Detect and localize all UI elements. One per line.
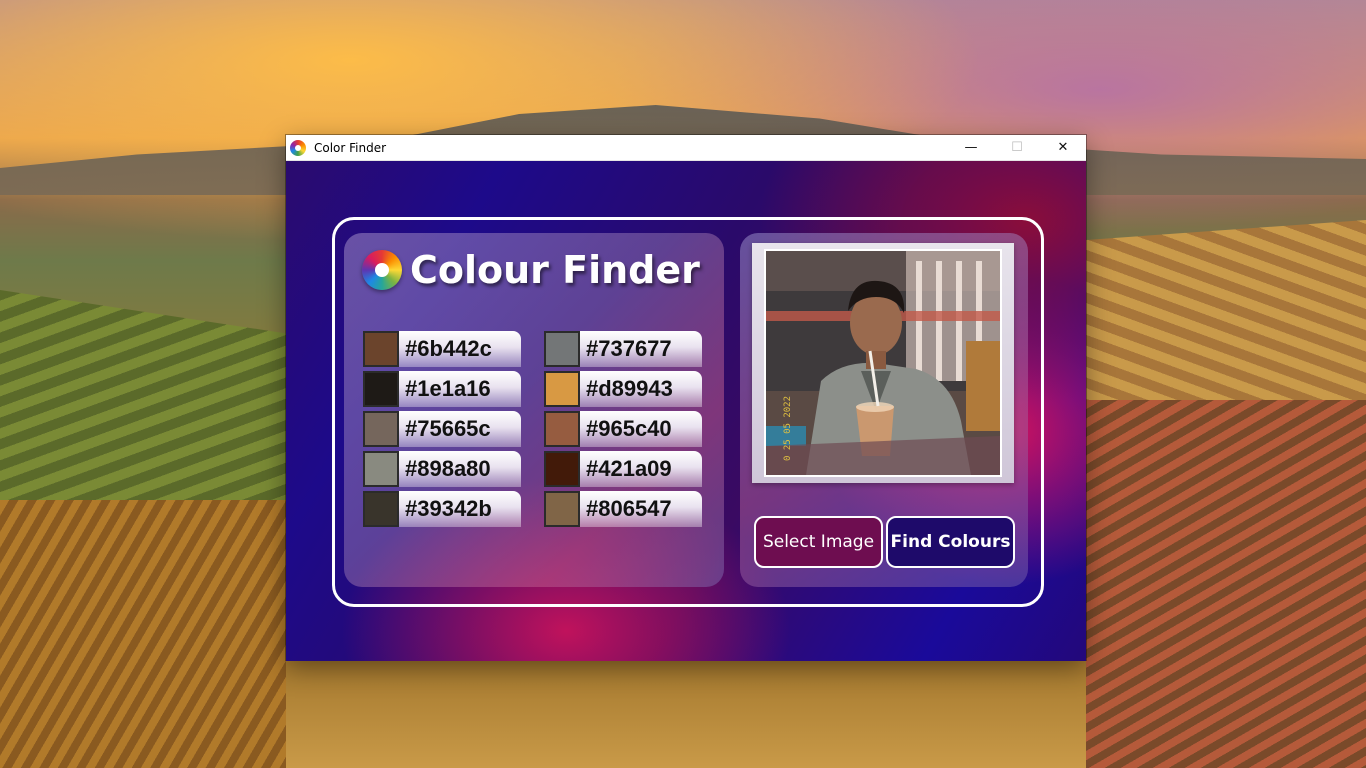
colour-chip: #421a09 <box>544 451 702 487</box>
hex-label: #d89943 <box>580 371 702 407</box>
colour-chip: #806547 <box>544 491 702 527</box>
colour-chip: #737677 <box>544 331 702 367</box>
colour-swatch <box>544 371 580 407</box>
image-preview-frame: 0 25 05 2022 <box>752 243 1014 483</box>
colour-list-left: #6b442c #1e1a16 #75665c #898a80 #39342b <box>363 331 521 531</box>
desktop-vineyard <box>0 290 290 510</box>
color-wheel-icon <box>362 250 402 290</box>
desktop-field <box>286 660 1086 768</box>
desktop-vineyard <box>1086 220 1366 420</box>
hex-label: #1e1a16 <box>399 371 521 407</box>
colour-chip: #898a80 <box>363 451 521 487</box>
colour-chip: #75665c <box>363 411 521 447</box>
title-bar[interactable]: Color Finder — ☐ ✕ <box>286 135 1086 161</box>
colour-swatch <box>544 411 580 447</box>
colour-swatch <box>363 451 399 487</box>
hex-label: #898a80 <box>399 451 521 487</box>
desktop-vineyard <box>1086 400 1366 768</box>
hex-label: #965c40 <box>580 411 702 447</box>
maximize-button[interactable]: ☐ <box>994 135 1040 160</box>
desktop-vineyard <box>0 500 290 768</box>
colour-chip: #d89943 <box>544 371 702 407</box>
hex-label: #421a09 <box>580 451 702 487</box>
hex-label: #737677 <box>580 331 702 367</box>
colour-swatch <box>544 331 580 367</box>
photo-placeholder: 0 25 05 2022 <box>766 251 1000 475</box>
find-colours-button[interactable]: Find Colours <box>886 516 1015 568</box>
hex-label: #75665c <box>399 411 521 447</box>
image-preview: 0 25 05 2022 <box>764 249 1002 477</box>
colour-chip: #1e1a16 <box>363 371 521 407</box>
color-wheel-icon <box>290 139 306 156</box>
hex-label: #806547 <box>580 491 702 527</box>
colour-list-right: #737677 #d89943 #965c40 #421a09 #806547 <box>544 331 702 531</box>
colour-chip: #965c40 <box>544 411 702 447</box>
minimize-button[interactable]: — <box>948 135 994 160</box>
colour-swatch <box>363 331 399 367</box>
colour-swatch <box>363 491 399 527</box>
colour-swatch <box>544 451 580 487</box>
hex-label: #39342b <box>399 491 521 527</box>
app-window: Color Finder — ☐ ✕ Colour Finder #6b442c… <box>286 135 1086 661</box>
window-title: Color Finder <box>314 140 387 155</box>
close-button[interactable]: ✕ <box>1040 135 1086 160</box>
colour-swatch <box>544 491 580 527</box>
select-image-button[interactable]: Select Image <box>754 516 883 568</box>
colour-chip: #39342b <box>363 491 521 527</box>
page-title: Colour Finder <box>410 248 700 292</box>
colour-chip: #6b442c <box>363 331 521 367</box>
app-content: Colour Finder #6b442c #1e1a16 #75665c #8… <box>286 161 1086 661</box>
colour-swatch <box>363 411 399 447</box>
colour-swatch <box>363 371 399 407</box>
app-heading: Colour Finder <box>362 248 700 292</box>
hex-label: #6b442c <box>399 331 521 367</box>
svg-text:0 25 05 2022: 0 25 05 2022 <box>783 396 793 461</box>
